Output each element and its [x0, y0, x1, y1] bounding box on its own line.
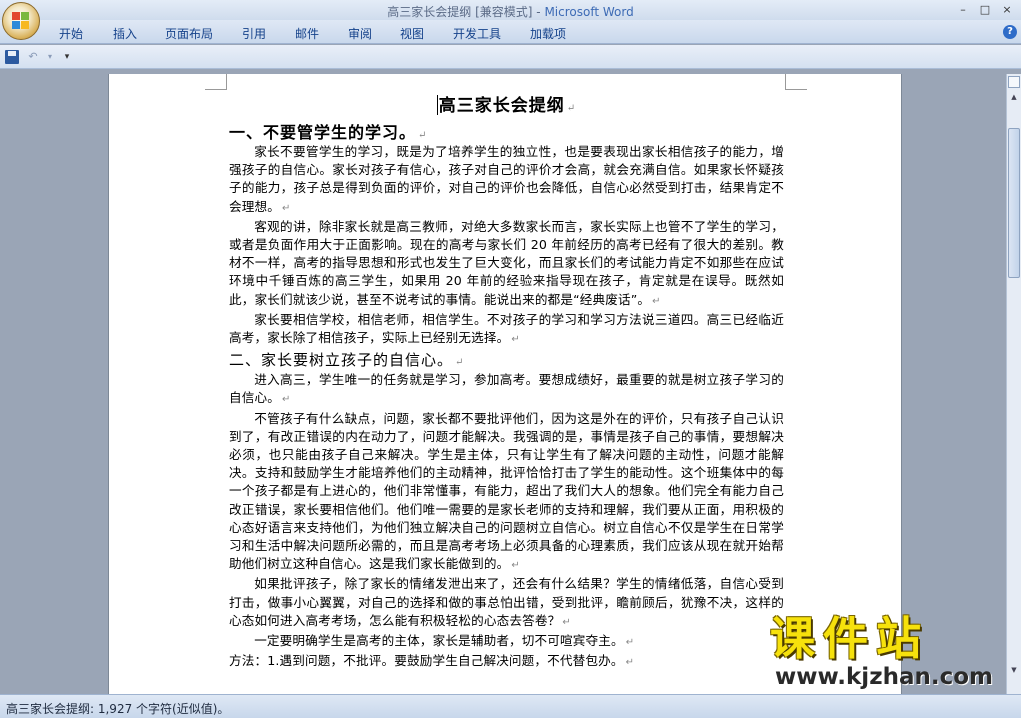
paragraph: 客观的讲，除非家长就是高三教师，对绝大多数家长而言，家长实际上也管不了学生的学习…: [229, 218, 784, 311]
paragraph-mark: ↵: [418, 130, 428, 141]
view-ruler-button[interactable]: [1008, 76, 1020, 88]
scroll-up-icon[interactable]: ▲: [1008, 91, 1020, 103]
paragraph-text: 不管孩子有什么缺点，问题，家长都不要批评他们，因为这是外在的评价，只有孩子自己认…: [229, 410, 784, 572]
tab-mailings[interactable]: 邮件: [295, 25, 319, 42]
document-body[interactable]: 高三家长会提纲 ↵ 一、不要管学生的学习。 ↵ 家长不要管学生的学习，既是为了培养学…: [229, 92, 784, 672]
watermark-url: www.kjzhan.com: [775, 664, 993, 690]
paragraph-mark: ↵: [625, 657, 635, 669]
title-bar: 高三家长会提纲 [兼容模式] - Microsoft Word – □ ×: [0, 0, 1021, 20]
watermark: 课件站 www.kjzhan.com: [770, 614, 1020, 694]
paragraph-mark: ↵: [511, 334, 520, 346]
tab-add-ins[interactable]: 加载项: [530, 25, 566, 42]
paragraph-mark: ↵: [511, 560, 520, 572]
paragraph: 家长要相信学校，相信老师，相信学生。不对孩子的学习和学习方法说三道四。高三已经临…: [229, 311, 784, 349]
crop-mark-top-right: [785, 74, 807, 90]
tab-references[interactable]: 引用: [242, 25, 266, 42]
section-heading-2: 二、家长要树立孩子的自信心。 ↵: [229, 349, 784, 371]
vertical-scrollbar[interactable]: ▲ ▼: [1006, 74, 1021, 694]
document-title-text: 高三家长会提纲: [438, 96, 565, 116]
undo-icon[interactable]: ↶: [26, 50, 40, 64]
status-bar: 高三家长会提纲: 1,927 个字符(近似值)。: [0, 694, 1021, 718]
office-logo-icon: [12, 12, 30, 30]
tab-insert[interactable]: 插入: [113, 25, 137, 42]
minimize-button[interactable]: –: [952, 2, 974, 18]
tab-page-layout[interactable]: 页面布局: [165, 25, 213, 42]
app-name: Microsoft Word: [544, 5, 634, 19]
watermark-logo-text: 课件站: [770, 612, 930, 665]
paragraph-text: 进入高三，学生唯一的任务就是学习，参加高考。要想成绩好，最重要的就是树立孩子学习…: [229, 372, 784, 406]
paragraph-text: 家长不要管学生的学习，既是为了培养学生的独立性，也是要表现出家长相信孩子的能力，…: [229, 144, 784, 214]
section-heading-1: 一、不要管学生的学习。 ↵: [229, 122, 784, 143]
paragraph-mark: ↵: [625, 637, 635, 649]
section-heading-text: 二、家长要树立孩子的自信心。: [229, 351, 454, 370]
paragraph-text: 家长要相信学校，相信老师，相信学生。不对孩子的学习和学习方法说三道四。高三已经临…: [229, 311, 784, 346]
window-title: 高三家长会提纲 [兼容模式] - Microsoft Word: [387, 5, 634, 19]
tab-developer[interactable]: 开发工具: [453, 25, 501, 42]
paragraph-mark: ↵: [562, 616, 571, 628]
text-cursor: [436, 95, 438, 115]
tab-home[interactable]: 开始: [59, 25, 83, 42]
paragraph: 一定要明确学生是高考的主体，家长是辅助者，切不可喧宾夺主。 ↵: [229, 632, 784, 652]
method-line-text: 方法：1.遇到问题，不批评。要鼓励学生自己解决问题，不代替包办。: [229, 653, 624, 669]
paragraph: 不管孩子有什么缺点，问题，家长都不要批评他们，因为这是外在的评价，只有孩子自己认…: [229, 410, 784, 576]
paragraph-text: 一定要明确学生是高考的主体，家长是辅助者，切不可喧宾夺主。: [254, 633, 624, 649]
paragraph-text: 客观的讲，除非家长就是高三教师，对绝大多数家长而言，家长实际上也管不了学生的学习…: [229, 218, 784, 307]
paragraph-mark: ↵: [652, 295, 661, 307]
paragraph: 进入高三，学生唯一的任务就是学习，参加高考。要想成绩好，最重要的就是树立孩子学习…: [229, 371, 784, 409]
undo-dropdown-icon[interactable]: ▾: [43, 50, 57, 64]
paragraph-text: 如果批评孩子，除了家长的情绪发泄出来了，还会有什么结果？学生的情绪低落，自信心受…: [229, 576, 784, 628]
office-button[interactable]: [2, 2, 40, 40]
paragraph: 如果批评孩子，除了家长的情绪发泄出来了，还会有什么结果？学生的情绪低落，自信心受…: [229, 575, 784, 632]
save-icon[interactable]: [5, 50, 19, 64]
scroll-thumb[interactable]: [1008, 128, 1020, 278]
help-icon[interactable]: ?: [1003, 25, 1017, 39]
maximize-button[interactable]: □: [974, 2, 996, 18]
customize-toolbar-icon[interactable]: ▾: [60, 50, 74, 64]
quick-access-toolbar: ↶ ▾ ▾: [0, 45, 1021, 69]
paragraph-mark: ↵: [566, 103, 577, 114]
tab-view[interactable]: 视图: [400, 25, 424, 42]
paragraph-mark: ↵: [281, 394, 291, 406]
paragraph-mark: ↵: [281, 202, 291, 214]
paragraph: 家长不要管学生的学习，既是为了培养学生的独立性，也是要表现出家长相信孩子的能力，…: [229, 143, 784, 218]
document-name: 高三家长会提纲 [兼容模式]: [387, 5, 533, 19]
status-word-count[interactable]: 高三家长会提纲: 1,927 个字符(近似值)。: [6, 700, 229, 717]
crop-mark-top-left: [205, 74, 227, 90]
close-button[interactable]: ×: [996, 2, 1018, 18]
document-title: 高三家长会提纲 ↵: [229, 92, 784, 122]
paragraph-mark: ↵: [455, 357, 465, 369]
section-heading-text: 一、不要管学生的学习。: [229, 123, 417, 142]
document-page[interactable]: 高三家长会提纲 ↵ 一、不要管学生的学习。 ↵ 家长不要管学生的学习，既是为了培养学…: [108, 74, 902, 694]
tab-review[interactable]: 审阅: [348, 25, 372, 42]
ribbon-tabs: 开始 插入 页面布局 引用 邮件 审阅 视图 开发工具 加载项: [0, 20, 1021, 44]
paragraph: 方法：1.遇到问题，不批评。要鼓励学生自己解决问题，不代替包办。 ↵: [229, 652, 784, 672]
